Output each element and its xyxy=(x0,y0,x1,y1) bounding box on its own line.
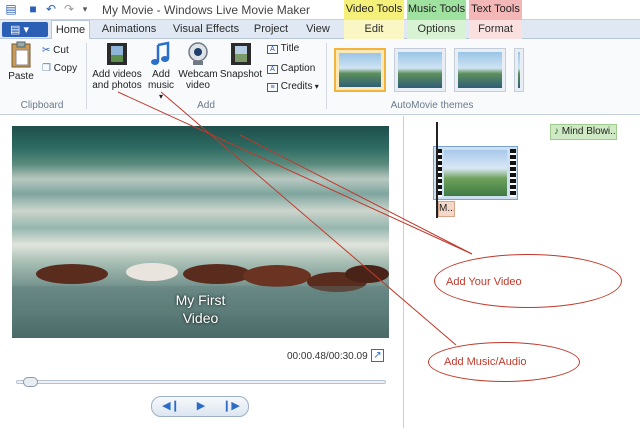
ribbon: Paste ✂ Cut ❐ Copy Clipboard Add videos … xyxy=(0,39,640,115)
film-strip-icon xyxy=(107,43,127,65)
tab-view[interactable]: View xyxy=(298,20,338,39)
caption-track-label: M... xyxy=(439,203,455,214)
undo-icon[interactable]: ↶ xyxy=(44,2,58,17)
annotation-add-your-video: Add Your Video xyxy=(446,276,522,288)
tab-visual-effects[interactable]: Visual Effects xyxy=(168,20,244,39)
file-menu-button[interactable]: ▤ ▾ xyxy=(2,22,48,37)
next-frame-icon: ❙▶ xyxy=(222,400,240,412)
previous-frame-icon: ◀❙ xyxy=(162,400,180,412)
group-divider xyxy=(326,43,327,109)
add-music-button[interactable]: Add music ▾ xyxy=(146,41,176,102)
webcam-video-button[interactable]: Webcam video xyxy=(178,41,218,91)
play-button[interactable]: ▶ xyxy=(192,399,210,414)
theme-thumbnail xyxy=(339,53,381,87)
title-icon: A xyxy=(267,45,278,54)
credits-label: Credits xyxy=(280,81,313,92)
scissors-icon: ✂ xyxy=(42,45,51,56)
copy-icon: ❐ xyxy=(42,63,51,74)
webcam-label-line1: Webcam xyxy=(178,69,218,80)
group-divider xyxy=(86,43,87,109)
copy-button[interactable]: ❐ Copy xyxy=(42,63,77,74)
tab-project[interactable]: Project xyxy=(250,20,292,39)
film-sprocket-right xyxy=(510,149,516,197)
context-group-music-tools: Music Tools xyxy=(407,0,466,20)
add-videos-photos-button[interactable]: Add videos and photos xyxy=(90,41,144,91)
file-menu-icon: ▤ ▾ xyxy=(10,24,29,36)
tab-home[interactable]: Home xyxy=(51,20,90,40)
playhead[interactable] xyxy=(436,122,438,218)
credits-button[interactable]: ≡ Credits ▾ xyxy=(267,81,319,92)
snapshot-icon xyxy=(231,43,251,65)
tab-edit[interactable]: Edit xyxy=(344,20,404,39)
expand-icon: ↗ xyxy=(373,350,382,361)
snapshot-button[interactable]: Snapshot xyxy=(219,41,263,80)
music-note-icon xyxy=(151,41,170,65)
previous-frame-button[interactable]: ◀❙ xyxy=(162,399,180,414)
add-videos-label-line1: Add videos xyxy=(92,69,142,80)
automovie-theme-4[interactable] xyxy=(514,48,524,92)
paste-button[interactable]: Paste xyxy=(6,41,36,82)
playback-controls: ◀❙ ▶ ❙▶ xyxy=(151,396,249,417)
cut-label: Cut xyxy=(53,45,69,56)
cut-button[interactable]: ✂ Cut xyxy=(42,45,69,56)
seek-thumb[interactable] xyxy=(23,377,38,387)
context-group-video-tools: Video Tools xyxy=(344,0,404,20)
seek-bar[interactable] xyxy=(16,377,386,387)
group-label-add: Add xyxy=(197,100,215,111)
ribbon-tab-row: Home Animations Visual Effects Project V… xyxy=(0,20,640,40)
group-label-clipboard: Clipboard xyxy=(20,100,64,111)
timecode: 00:00.48/00:30.09 xyxy=(287,351,368,362)
customize-quick-access-icon[interactable]: ▾ xyxy=(80,2,90,17)
clip-thumbnail xyxy=(444,150,507,196)
automovie-theme-2[interactable] xyxy=(394,48,446,92)
theme-thumbnail xyxy=(518,52,520,88)
music-track[interactable]: ♪ Mind Blowi... xyxy=(550,124,617,140)
save-icon[interactable]: ■ xyxy=(26,2,40,17)
add-music-label-line2: music xyxy=(147,80,175,91)
caption-track[interactable]: M... xyxy=(438,201,455,217)
next-frame-button[interactable]: ❙▶ xyxy=(222,399,240,414)
theme-thumbnail xyxy=(398,52,442,88)
caption-label: Caption xyxy=(280,63,316,74)
group-label-automovie-themes: AutoMovie themes xyxy=(390,100,474,111)
overlay-title-line2: Video xyxy=(182,310,219,326)
paste-label: Paste xyxy=(8,71,34,82)
webcam-label-line2: video xyxy=(186,80,210,91)
title-label: Title xyxy=(280,43,300,54)
app-menu-icon[interactable]: ▤ xyxy=(4,2,18,17)
title-button[interactable]: A Title xyxy=(267,43,299,54)
music-track-label: Mind Blowi... xyxy=(561,126,617,137)
video-clip[interactable] xyxy=(433,146,518,200)
credits-dropdown-icon: ▾ xyxy=(312,82,319,91)
webcam-icon xyxy=(188,42,208,65)
automovie-theme-1[interactable] xyxy=(334,48,386,92)
context-group-text-tools: Text Tools xyxy=(469,0,522,20)
tab-animations[interactable]: Animations xyxy=(96,20,162,39)
title-bar: ▤ ■ ↶ ↷ ▾ My Movie - Windows Live Movie … xyxy=(0,0,640,20)
fullscreen-button[interactable]: ↗ xyxy=(371,349,384,362)
play-icon: ▶ xyxy=(196,400,206,412)
add-music-label-line1: Add xyxy=(152,69,170,80)
theme-thumbnail xyxy=(458,52,502,88)
automovie-theme-3[interactable] xyxy=(454,48,506,92)
annotation-add-music-audio: Add Music/Audio xyxy=(444,356,527,368)
window-title: My Movie - Windows Live Movie Maker xyxy=(102,3,311,17)
credits-icon: ≡ xyxy=(267,83,278,92)
music-note-icon: ♪ xyxy=(554,126,559,137)
caption-icon: A xyxy=(267,65,278,74)
overlay-title-line1: My First xyxy=(175,292,226,308)
tab-format[interactable]: Format xyxy=(469,20,522,39)
snapshot-label: Snapshot xyxy=(219,69,263,80)
paste-icon xyxy=(11,41,31,68)
tab-options[interactable]: Options xyxy=(407,20,466,39)
caption-button[interactable]: A Caption xyxy=(267,63,315,74)
video-overlay-title: My First Video xyxy=(12,291,389,327)
copy-label: Copy xyxy=(53,63,78,74)
video-preview[interactable]: My First Video xyxy=(12,126,389,338)
redo-icon[interactable]: ↷ xyxy=(62,2,76,17)
preview-pane: My First Video 00:00.48/00:30.09 ↗ ◀❙ ▶ … xyxy=(0,116,404,428)
add-videos-label-line2: and photos xyxy=(92,80,142,91)
